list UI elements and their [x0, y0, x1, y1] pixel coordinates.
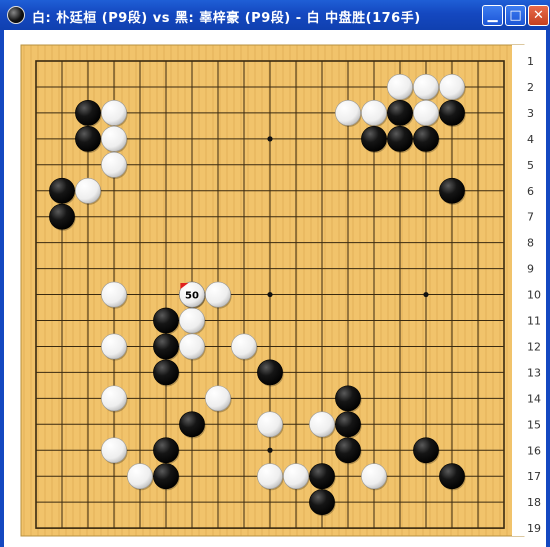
white-stone[interactable] — [335, 100, 361, 126]
go-stone-icon[interactable] — [7, 6, 25, 24]
black-stone[interactable] — [387, 100, 413, 126]
white-stone[interactable] — [439, 74, 465, 100]
white-stone[interactable] — [75, 177, 101, 204]
row-label: 11 — [527, 315, 541, 328]
white-stone[interactable] — [205, 385, 231, 412]
white-stone[interactable] — [101, 100, 127, 126]
white-stone[interactable] — [309, 411, 335, 438]
white-stone[interactable] — [257, 411, 283, 438]
white-stone[interactable] — [361, 463, 387, 490]
row-label: 17 — [527, 470, 541, 483]
black-stone[interactable] — [49, 177, 75, 204]
move-number: 50 — [185, 291, 199, 302]
white-stone[interactable] — [413, 74, 439, 100]
black-stone[interactable] — [413, 437, 439, 464]
white-stone[interactable] — [387, 74, 413, 100]
black-stone[interactable] — [75, 100, 101, 126]
black-stone[interactable] — [439, 100, 465, 126]
row-label: 14 — [527, 392, 541, 405]
close-icon: ✕ — [533, 8, 544, 23]
black-stone[interactable] — [153, 333, 179, 360]
white-stone[interactable] — [179, 307, 205, 334]
row-label: 2 — [527, 81, 534, 94]
row-label: 10 — [527, 289, 541, 302]
minimize-button[interactable]: ▁ — [482, 5, 503, 26]
row-label: 3 — [527, 107, 534, 120]
white-stone[interactable] — [231, 333, 257, 360]
black-stone[interactable] — [257, 359, 283, 386]
row-label: 8 — [527, 237, 534, 250]
black-stone[interactable] — [309, 463, 335, 490]
white-stone[interactable] — [413, 100, 439, 126]
black-stone[interactable] — [153, 437, 179, 464]
black-stone[interactable] — [153, 463, 179, 490]
white-stone[interactable] — [205, 281, 231, 308]
white-stone[interactable] — [257, 463, 283, 490]
row-label: 5 — [527, 159, 534, 172]
row-label: 13 — [527, 366, 541, 379]
white-stone[interactable] — [101, 125, 127, 152]
white-stone[interactable] — [101, 437, 127, 464]
black-stone[interactable] — [387, 125, 413, 152]
close-button[interactable]: ✕ — [528, 5, 549, 26]
black-stone[interactable] — [49, 203, 75, 230]
row-label: 16 — [527, 444, 541, 457]
white-stone[interactable] — [101, 281, 127, 308]
white-stone[interactable] — [361, 100, 387, 126]
row-label: 12 — [527, 340, 541, 353]
black-stone[interactable] — [335, 437, 361, 464]
black-stone[interactable] — [335, 411, 361, 438]
black-stone[interactable] — [335, 385, 361, 412]
minimize-icon: ▁ — [487, 8, 498, 23]
black-stone[interactable] — [153, 359, 179, 386]
white-stone[interactable] — [127, 463, 153, 490]
star-point — [423, 291, 429, 298]
star-point — [267, 136, 273, 142]
black-stone[interactable] — [439, 463, 465, 490]
row-label: 9 — [527, 263, 534, 276]
go-board[interactable]: 12345678910111213141516171819 50 — [0, 30, 550, 547]
star-point — [267, 291, 273, 298]
row-label: 6 — [527, 185, 534, 198]
row-label: 1 — [527, 55, 534, 68]
white-stone[interactable] — [101, 333, 127, 360]
white-stone[interactable] — [101, 151, 127, 178]
black-stone[interactable] — [153, 307, 179, 334]
black-stone[interactable] — [413, 125, 439, 152]
black-stone[interactable] — [179, 411, 205, 438]
title-bar: 白: 朴廷桓 (P9段) vs 黑: 辜梓豪 (P9段) - 白 中盘胜(176… — [0, 0, 550, 30]
row-label: 7 — [527, 211, 534, 224]
black-stone[interactable] — [309, 489, 335, 516]
maximize-button[interactable]: □ — [505, 5, 526, 26]
row-label: 18 — [527, 496, 541, 509]
black-stone[interactable] — [439, 177, 465, 204]
row-label: 15 — [527, 418, 541, 431]
black-stone[interactable] — [361, 125, 387, 152]
white-stone[interactable] — [283, 463, 309, 490]
window-title: 白: 朴廷桓 (P9段) vs 黑: 辜梓豪 (P9段) - 白 中盘胜(176… — [32, 11, 421, 26]
star-point — [267, 447, 273, 453]
row-label: 4 — [527, 133, 534, 146]
row-label: 19 — [527, 522, 541, 535]
maximize-icon: □ — [509, 8, 522, 23]
black-stone[interactable] — [75, 125, 101, 152]
white-stone[interactable] — [179, 333, 205, 360]
white-stone[interactable] — [101, 385, 127, 412]
